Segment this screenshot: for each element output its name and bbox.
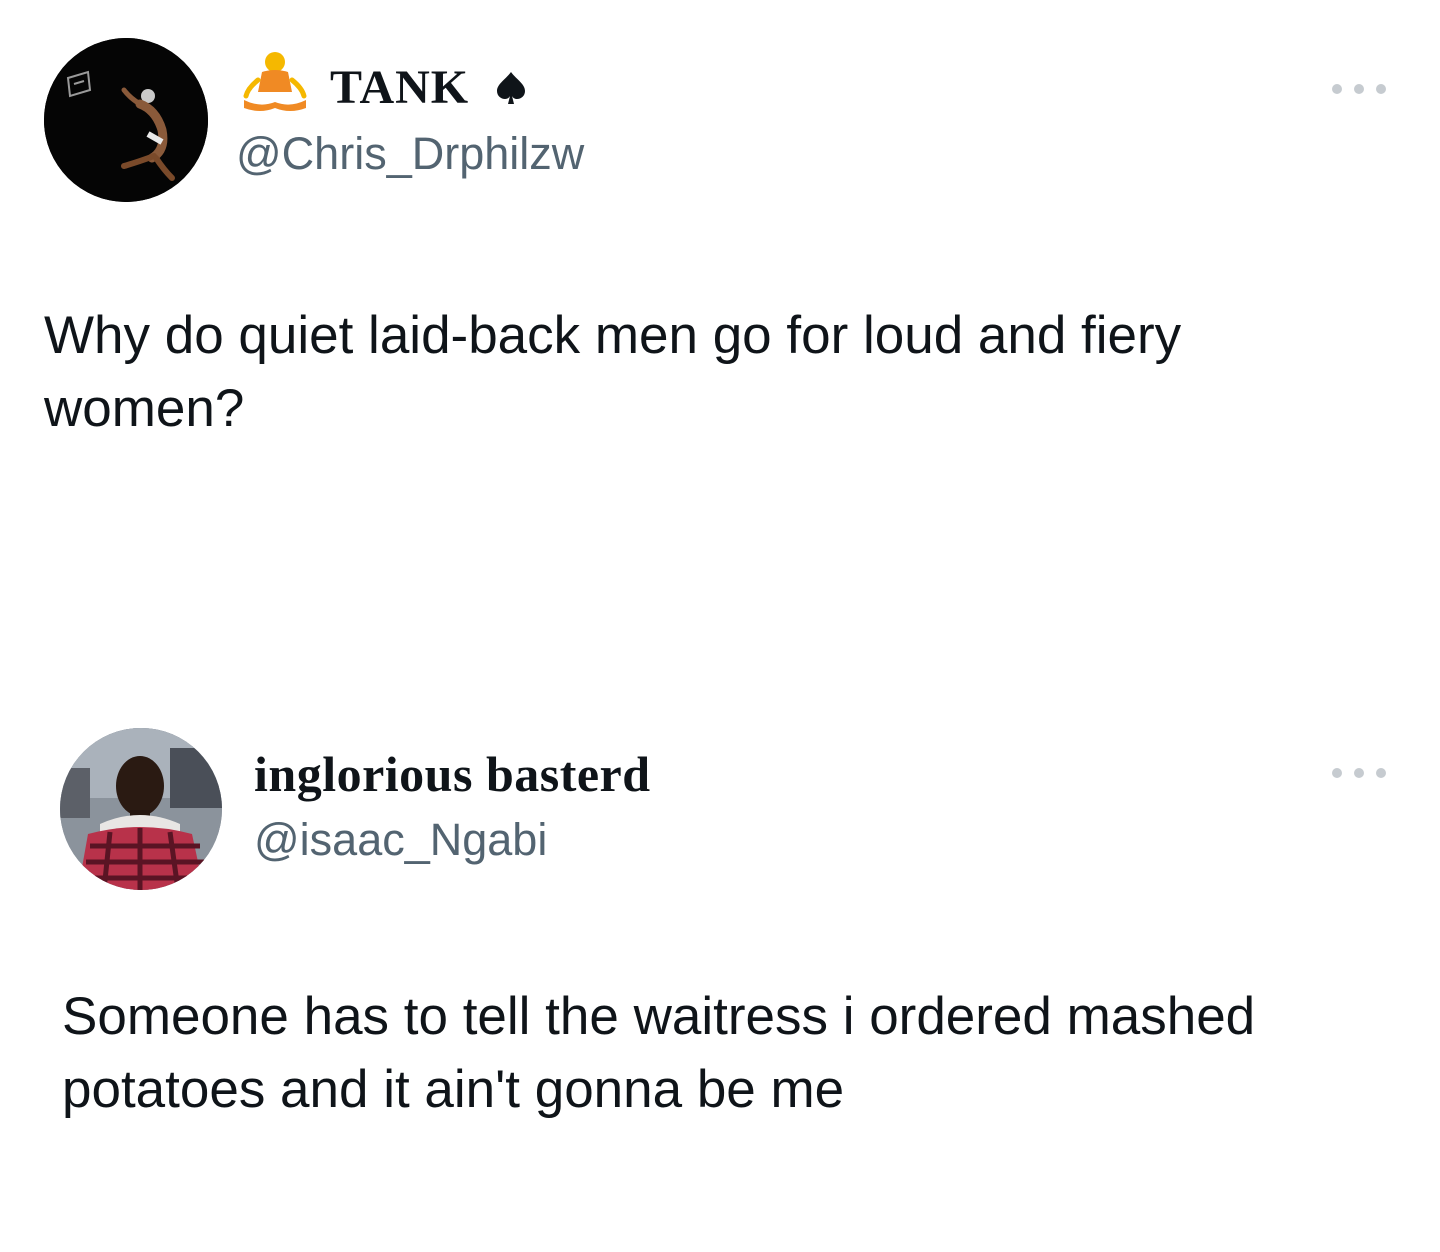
avatar[interactable]	[60, 728, 222, 890]
avatar[interactable]	[44, 38, 208, 202]
dot	[1354, 84, 1364, 94]
dot	[1376, 768, 1386, 778]
spade-icon	[497, 72, 525, 104]
display-name[interactable]: TANK	[330, 60, 469, 115]
avatar-image	[60, 728, 222, 890]
tweet-card[interactable]	[0, 690, 1440, 1252]
dot	[1376, 84, 1386, 94]
user-handle[interactable]: @isaac_Ngabi	[254, 814, 547, 866]
tweet-text: Why do quiet laid-back men go for loud a…	[44, 306, 1182, 438]
dot	[1332, 768, 1342, 778]
avatar-image	[44, 38, 208, 202]
user-handle[interactable]: @Chris_Drphilzw	[236, 128, 584, 180]
more-options-icon[interactable]	[1332, 766, 1386, 780]
dot	[1354, 768, 1364, 778]
person-in-lotus-position-icon	[243, 52, 307, 111]
dot	[1332, 84, 1342, 94]
display-name[interactable]: inglorious basterd	[254, 745, 651, 803]
tweet-text: Someone has to tell the waitress i order…	[62, 987, 1256, 1119]
more-options-icon[interactable]	[1332, 82, 1386, 96]
